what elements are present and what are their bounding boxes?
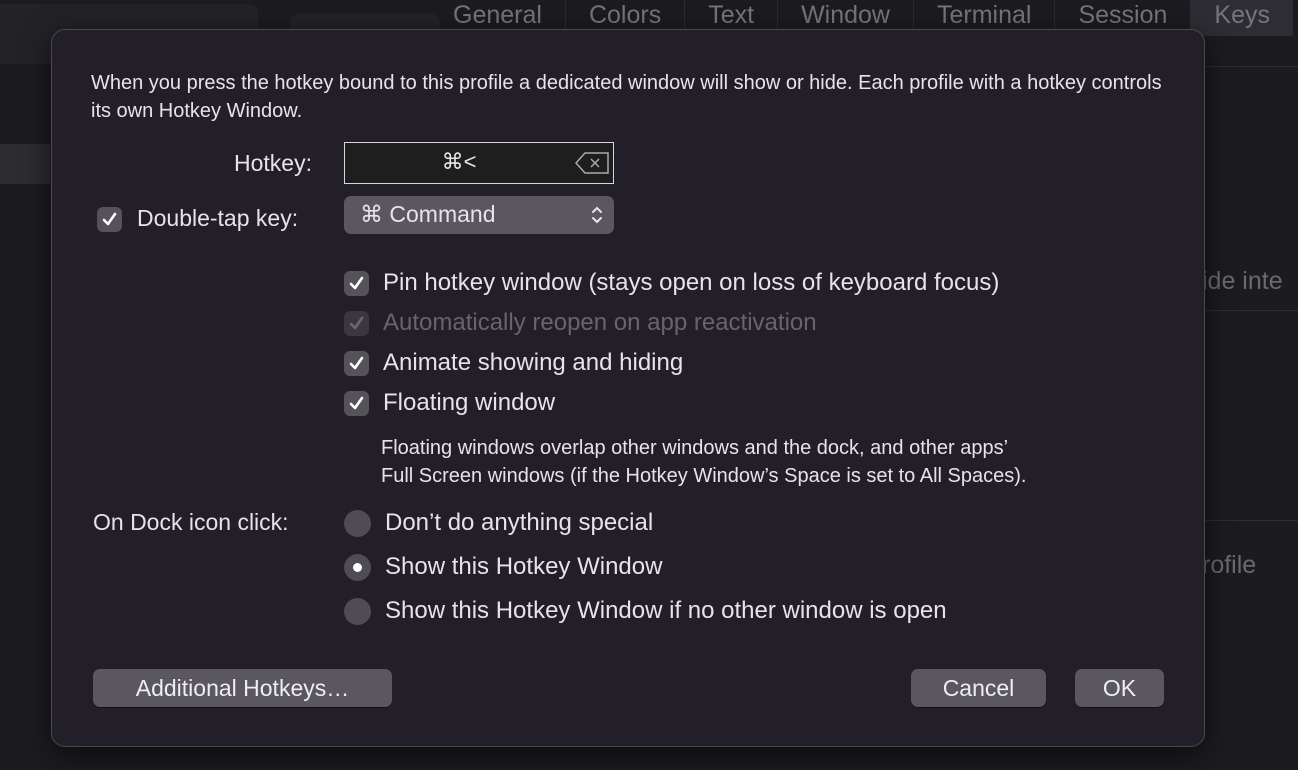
floating-note-line: Floating windows overlap other windows a… bbox=[381, 437, 1009, 459]
checkmark-icon bbox=[102, 212, 117, 226]
additional-hotkeys-button[interactable]: Additional Hotkeys… bbox=[93, 669, 392, 707]
floating-window-note: Floating windows overlap other windows a… bbox=[381, 434, 1026, 490]
double-tap-key-select[interactable]: ⌘ Command bbox=[344, 196, 614, 234]
radio-label: Show this Hotkey Window bbox=[385, 553, 663, 580]
background-text: ide inte bbox=[1202, 267, 1283, 295]
chevron-up-down-icon bbox=[592, 206, 602, 224]
dialog-description: When you press the hotkey bound to this … bbox=[91, 72, 1162, 122]
cancel-button[interactable]: Cancel bbox=[911, 669, 1046, 707]
double-tap-checkbox[interactable] bbox=[97, 207, 122, 232]
double-tap-label: Double-tap key: bbox=[137, 205, 299, 231]
radio-label: Show this Hotkey Window if no other wind… bbox=[385, 597, 947, 624]
checkmark-icon bbox=[349, 276, 364, 290]
divider bbox=[1205, 520, 1298, 521]
background-text: rofile bbox=[1202, 551, 1257, 579]
double-tap-key-value: ⌘ Command bbox=[360, 201, 496, 227]
pin-hotkey-window-checkbox[interactable] bbox=[344, 271, 369, 296]
ok-button[interactable]: OK bbox=[1075, 669, 1164, 707]
animate-label: Animate showing and hiding bbox=[383, 349, 684, 376]
hotkey-label: Hotkey: bbox=[234, 150, 312, 176]
hotkey-window-dialog: When you press the hotkey bound to this … bbox=[51, 29, 1205, 747]
auto-reopen-label: Automatically reopen on app reactivation bbox=[383, 309, 817, 336]
checkmark-icon bbox=[349, 356, 364, 370]
floating-window-label: Floating window bbox=[383, 389, 556, 416]
pin-hotkey-window-label: Pin hotkey window (stays open on loss of… bbox=[383, 269, 1000, 296]
background-sidebar-selection bbox=[0, 144, 50, 184]
auto-reopen-checkbox bbox=[344, 311, 369, 336]
radio-show-hotkey-window[interactable] bbox=[344, 554, 371, 581]
radio-dont-do-anything[interactable] bbox=[344, 510, 371, 537]
animate-checkbox[interactable] bbox=[344, 351, 369, 376]
floating-note-line: Full Screen windows (if the Hotkey Windo… bbox=[381, 465, 1027, 487]
checkmark-icon bbox=[349, 316, 364, 330]
checkmark-icon bbox=[349, 396, 364, 410]
radio-show-if-no-other-window[interactable] bbox=[344, 598, 371, 625]
floating-window-checkbox[interactable] bbox=[344, 391, 369, 416]
radio-label: Don’t do anything special bbox=[385, 509, 654, 536]
tab-keys[interactable]: Keys bbox=[1190, 0, 1294, 36]
clear-hotkey-icon[interactable] bbox=[575, 152, 609, 174]
dock-click-label: On Dock icon click: bbox=[93, 509, 289, 535]
divider bbox=[1205, 66, 1298, 67]
divider bbox=[1205, 310, 1298, 311]
hotkey-value: ⌘< bbox=[441, 149, 477, 174]
hotkey-recorder-field[interactable]: ⌘< bbox=[344, 142, 614, 184]
